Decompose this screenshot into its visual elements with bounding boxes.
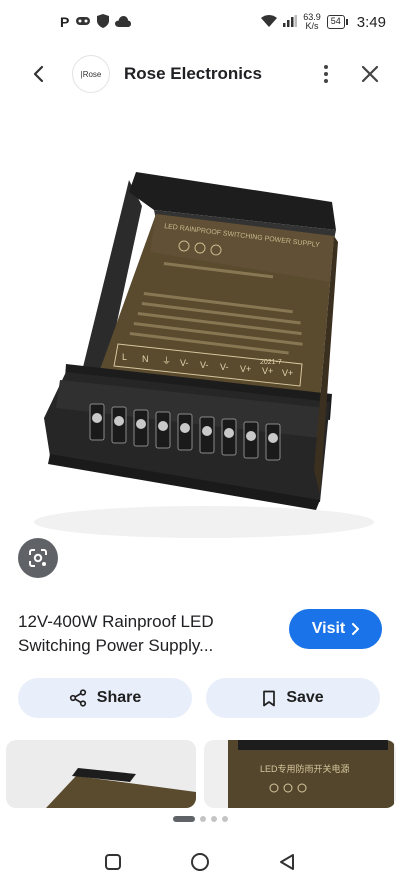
terminal-label: V-	[200, 360, 209, 370]
save-label: Save	[286, 689, 324, 706]
save-button[interactable]: Save	[206, 678, 380, 718]
share-button[interactable]: Share	[18, 678, 192, 718]
wifi-icon	[261, 14, 278, 30]
site-logo[interactable]: |Rose	[72, 55, 110, 93]
site-name[interactable]: Rose Electronics	[124, 64, 262, 84]
related-image-graphic: LED专用防雨开关电源	[228, 740, 394, 808]
visit-button[interactable]: Visit	[289, 609, 382, 649]
pagination-dots	[0, 816, 400, 822]
system-nav-bar	[0, 836, 400, 888]
recents-button[interactable]	[93, 842, 133, 882]
more-options-button[interactable]	[306, 54, 346, 94]
net-speed-unit: K/s	[305, 21, 319, 31]
more-vert-icon	[324, 65, 328, 83]
product-title[interactable]: 12V-400W Rainproof LED Switching Power S…	[18, 610, 282, 658]
clock: 3:49	[356, 13, 386, 31]
close-button[interactable]	[346, 50, 394, 98]
back-button[interactable]	[14, 50, 62, 98]
gamepad-icon	[75, 14, 91, 30]
related-image[interactable]	[6, 740, 196, 808]
system-indicators: 63.9 K/s 54 3:49	[261, 13, 386, 31]
power-supply-image: LED RAINPROOF SWITCHING POWER SUPPLY L N…	[34, 172, 374, 538]
related-image-graphic	[46, 768, 196, 808]
status-bar: P 63.9 K/s 54 3:49	[0, 0, 400, 44]
lens-search-button[interactable]	[18, 538, 58, 578]
lens-icon	[29, 549, 47, 567]
parking-icon: P	[60, 14, 70, 30]
terminal-label: ⏚	[162, 356, 171, 366]
bookmark-icon	[263, 690, 276, 706]
recents-icon	[105, 854, 122, 870]
back-nav-button[interactable]	[267, 842, 307, 882]
home-icon	[190, 853, 209, 871]
battery-level: 54	[330, 16, 341, 26]
page-dot-active	[172, 816, 195, 822]
share-icon	[69, 689, 86, 707]
terminal-label: V-	[180, 358, 189, 368]
close-icon	[361, 65, 379, 83]
cloud-icon	[115, 14, 132, 30]
page-dot	[210, 816, 217, 822]
battery-icon: 54	[326, 15, 348, 29]
terminal-label: V-	[220, 362, 229, 372]
page-dot	[221, 816, 228, 822]
related-image[interactable]: LED专用防雨开关电源	[204, 740, 396, 808]
home-button[interactable]	[180, 842, 220, 882]
chevron-right-icon	[352, 623, 360, 635]
share-label: Share	[96, 689, 142, 706]
notification-icons: P	[60, 13, 132, 31]
label-date: 2021-7	[260, 359, 282, 366]
terminal-label: L	[122, 352, 127, 362]
triangle-back-icon	[279, 854, 294, 870]
related-image-label: LED专用防雨开关电源	[260, 763, 350, 774]
terminal-label: N	[142, 354, 149, 364]
product-image[interactable]: LED RAINPROOF SWITCHING POWER SUPPLY L N…	[14, 102, 386, 596]
signal-icon	[283, 14, 298, 30]
site-logo-text: |Rose	[80, 69, 102, 79]
shield-icon	[97, 13, 110, 31]
network-speed: 63.9 K/s	[303, 13, 321, 31]
chevron-left-icon	[33, 65, 44, 83]
terminal-label: V+	[282, 368, 293, 378]
app-header: |Rose Rose Electronics	[0, 48, 400, 100]
terminal-label: V+	[240, 364, 251, 374]
terminal-label: V+	[262, 366, 273, 376]
page-dot	[199, 816, 206, 822]
visit-label: Visit	[311, 620, 346, 637]
